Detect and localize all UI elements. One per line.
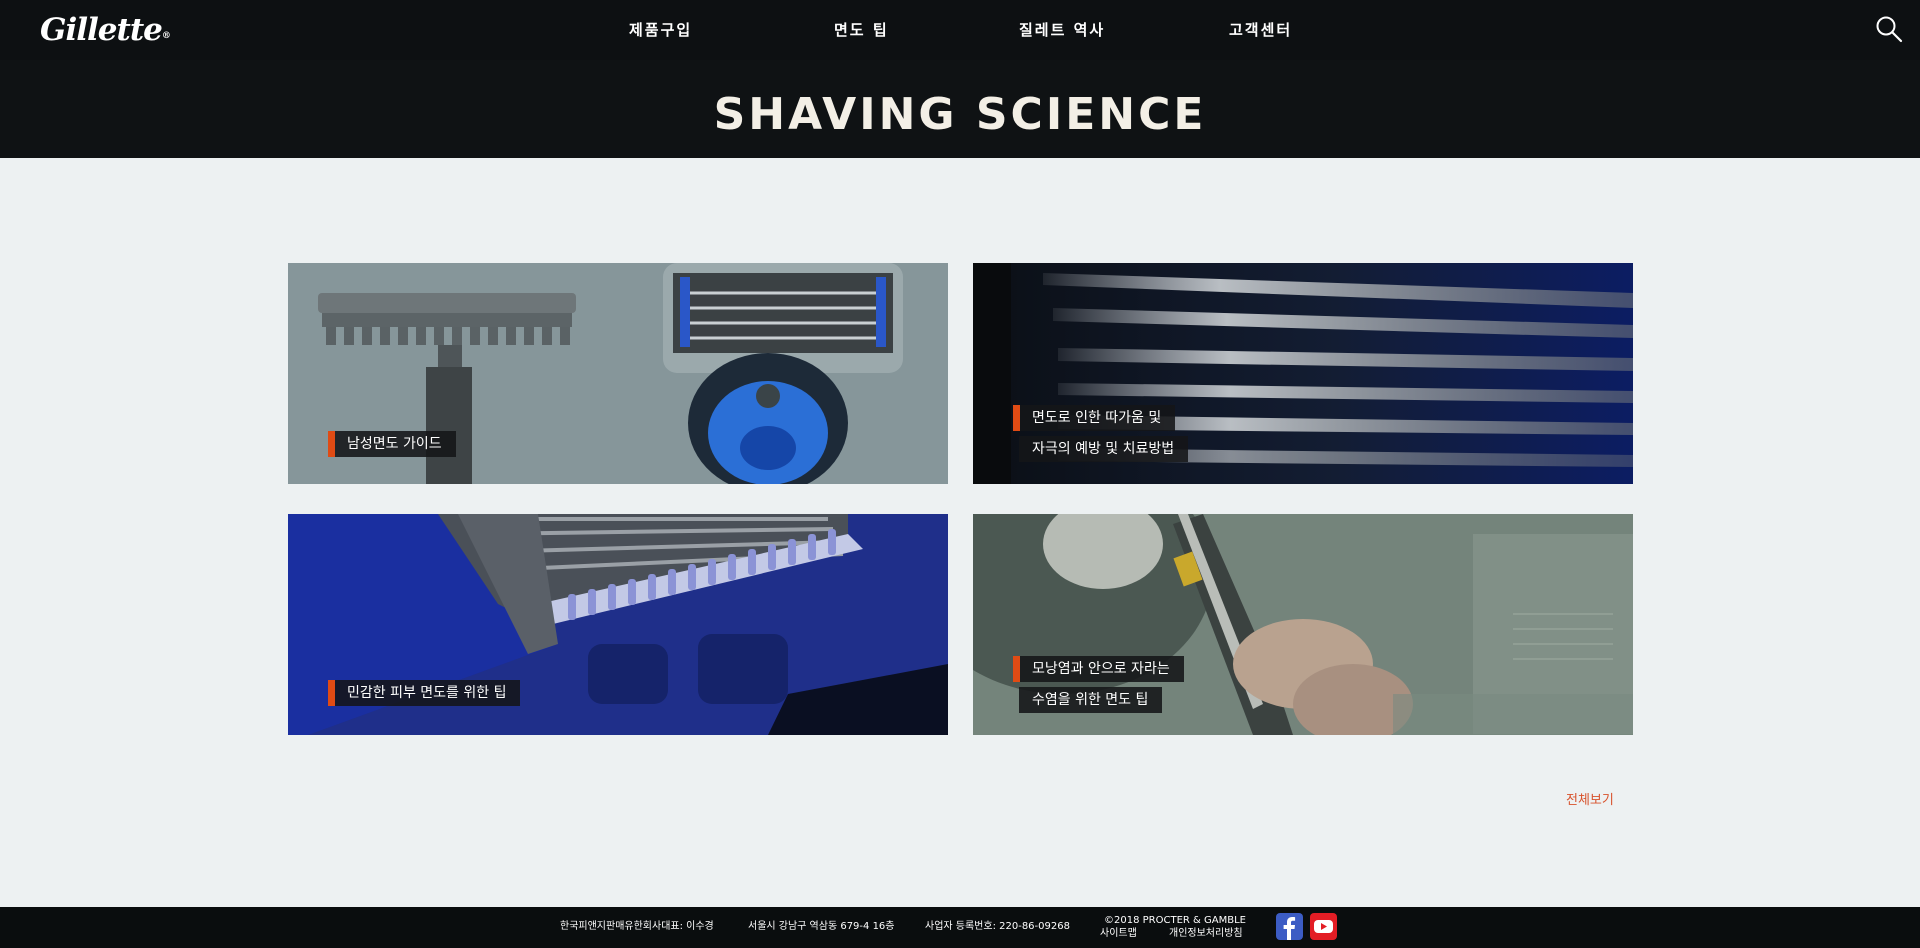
card-caption: 민감한 피부 면도를 위한 팁 xyxy=(328,680,521,711)
card-caption: 면도로 인한 따가움 및 자극의 예방 및 치료방법 xyxy=(1013,405,1189,467)
card-title-line-1: 모낭염과 안으로 자라는 xyxy=(1013,656,1184,682)
page-banner: SHAVING SCIENCE xyxy=(0,60,1920,158)
youtube-icon[interactable] xyxy=(1310,913,1337,940)
nav-item-history[interactable]: 질레트 역사 xyxy=(1019,19,1105,41)
card-title-line-2: 수염을 위한 면도 팁 xyxy=(1019,687,1163,713)
search-icon[interactable] xyxy=(1875,15,1903,43)
nav-item-customer-center[interactable]: 고객센터 xyxy=(1229,19,1292,41)
card-caption: 남성면도 가이드 xyxy=(328,431,456,462)
facebook-icon[interactable] xyxy=(1276,913,1303,940)
footer-business-number: 사업자 등록번호: 220-86-09268 xyxy=(925,921,1070,932)
article-card-ingrown-hair[interactable]: 모낭염과 안으로 자라는 수염을 위한 면도 팁 xyxy=(973,514,1633,735)
footer-copyright: ©2018 PROCTER & GAMBLE xyxy=(1104,915,1246,926)
card-title-line-1: 면도로 인한 따가움 및 xyxy=(1013,405,1176,431)
page-title: SHAVING SCIENCE xyxy=(713,88,1207,140)
article-card-irritation[interactable]: 면도로 인한 따가움 및 자극의 예방 및 치료방법 xyxy=(973,263,1633,484)
top-navigation: Gillette® 제품구입 면도 팁 질레트 역사 고객센터 xyxy=(0,0,1920,60)
footer-address: 서울시 강남구 역삼동 679-4 16층 xyxy=(748,921,895,932)
footer: 한국피앤지판매유한회사대표: 이수경 서울시 강남구 역삼동 679-4 16층… xyxy=(0,907,1920,948)
article-card-shaving-guide[interactable]: 남성면도 가이드 xyxy=(288,263,948,484)
footer-company: 한국피앤지판매유한회사대표: 이수경 xyxy=(560,921,714,932)
registered-mark: ® xyxy=(161,31,171,41)
card-title-line-2: 자극의 예방 및 치료방법 xyxy=(1019,436,1189,462)
card-title: 민감한 피부 면도를 위한 팁 xyxy=(328,680,521,706)
footer-privacy-link[interactable]: 개인정보처리방침 xyxy=(1169,928,1243,940)
footer-sitemap-link[interactable]: 사이트맵 xyxy=(1100,928,1137,940)
nav-item-shop[interactable]: 제품구입 xyxy=(629,19,692,41)
view-all-link[interactable]: 전체보기 xyxy=(1566,789,1614,808)
nav-item-shaving-tips[interactable]: 면도 팁 xyxy=(834,19,889,41)
article-card-sensitive-skin[interactable]: 민감한 피부 면도를 위한 팁 xyxy=(288,514,948,735)
card-title: 남성면도 가이드 xyxy=(328,431,456,457)
gillette-logo[interactable]: Gillette® xyxy=(40,10,171,50)
card-caption: 모낭염과 안으로 자라는 수염을 위한 면도 팁 xyxy=(1013,656,1184,718)
